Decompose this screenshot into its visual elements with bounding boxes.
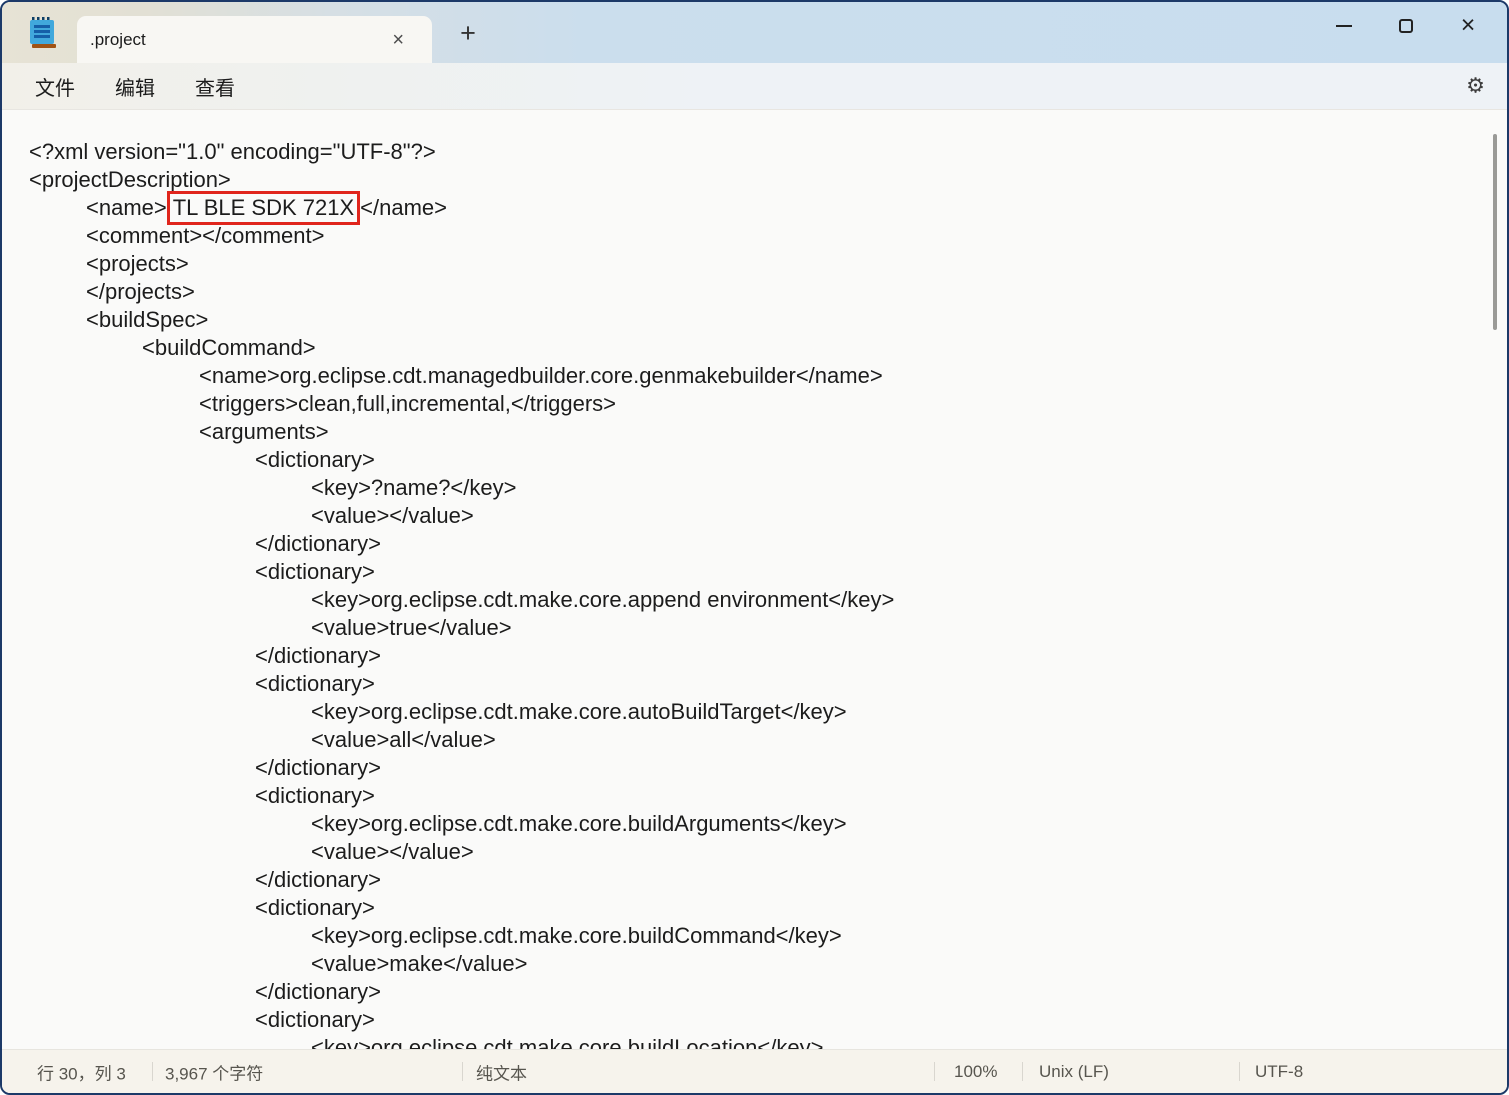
code-line: <dictionary> <box>2 782 1507 810</box>
title-bar: .project × + × <box>2 2 1507 63</box>
code-line: <arguments> <box>2 418 1507 446</box>
code-line: <dictionary> <box>2 1006 1507 1034</box>
code-line: <dictionary> <box>2 446 1507 474</box>
code-line: </dictionary> <box>2 978 1507 1006</box>
code-line: <dictionary> <box>2 558 1507 586</box>
menu-item[interactable]: 查看 <box>186 68 244 105</box>
code-line: <?xml version="1.0" encoding="UTF-8"?> <box>2 138 1507 166</box>
notepad-window: .project × + × 文件编辑查看 ⚙ <?xml version="1.… <box>0 0 1509 1095</box>
code-line: <key>org.eclipse.cdt.make.core.buildComm… <box>2 922 1507 950</box>
close-icon: × <box>1461 13 1476 38</box>
gear-icon: ⚙ <box>1466 75 1485 98</box>
code-line: <key>org.eclipse.cdt.make.core.append en… <box>2 586 1507 614</box>
code-line: <projectDescription> <box>2 166 1507 194</box>
notepad-app-icon <box>27 17 58 50</box>
code-line: </dictionary> <box>2 642 1507 670</box>
code-line: </projects> <box>2 278 1507 306</box>
status-divider <box>934 1062 935 1081</box>
code-line: <triggers>clean,full,incremental,</trigg… <box>2 390 1507 418</box>
menu-item[interactable]: 编辑 <box>106 68 164 105</box>
code-line: <dictionary> <box>2 670 1507 698</box>
code-line: <key>?name?</key> <box>2 474 1507 502</box>
new-tab-button[interactable]: + <box>450 14 486 52</box>
code-line: <value></value> <box>2 502 1507 530</box>
code-line: <key>org.eclipse.cdt.make.core.buildLoca… <box>2 1034 1507 1049</box>
code-line: <value>true</value> <box>2 614 1507 642</box>
vertical-scrollbar-thumb[interactable] <box>1493 134 1497 330</box>
status-divider <box>1022 1062 1023 1081</box>
code-line: <value>all</value> <box>2 726 1507 754</box>
code-line: <value></value> <box>2 838 1507 866</box>
tab-title: .project <box>90 30 146 50</box>
maximize-icon <box>1399 19 1413 33</box>
status-line-ending: Unix (LF) <box>1039 1062 1109 1082</box>
code-line: <key>org.eclipse.cdt.make.core.autoBuild… <box>2 698 1507 726</box>
tab-project[interactable]: .project × <box>77 16 432 63</box>
window-controls: × <box>1313 2 1499 49</box>
status-divider <box>1239 1062 1240 1081</box>
status-doc-type: 纯文本 <box>476 1059 527 1084</box>
code-line: <value>make</value> <box>2 950 1507 978</box>
code-line: </dictionary> <box>2 754 1507 782</box>
code-line: <dictionary> <box>2 894 1507 922</box>
code-line: <name>TL BLE SDK 721X</name> <box>2 194 1507 222</box>
menu-bar: 文件编辑查看 ⚙ <box>2 63 1507 110</box>
code-line: <buildSpec> <box>2 306 1507 334</box>
code-line: <name>org.eclipse.cdt.managedbuilder.cor… <box>2 362 1507 390</box>
plus-icon: + <box>460 18 476 48</box>
highlight-box: TL BLE SDK 721X <box>167 191 360 225</box>
status-divider <box>152 1062 153 1081</box>
code-line: <comment></comment> <box>2 222 1507 250</box>
status-bar: 行 30，列 3 3,967 个字符 纯文本 100% Unix (LF) UT… <box>2 1049 1507 1093</box>
settings-button[interactable]: ⚙ <box>1466 76 1485 97</box>
code-line: </dictionary> <box>2 530 1507 558</box>
menu-item[interactable]: 文件 <box>26 68 84 105</box>
status-divider <box>462 1062 463 1081</box>
status-zoom-level: 100% <box>954 1062 997 1082</box>
code-line: </dictionary> <box>2 866 1507 894</box>
maximize-button[interactable] <box>1375 2 1437 49</box>
tab-close-icon[interactable]: × <box>386 28 410 52</box>
code-line: <buildCommand> <box>2 334 1507 362</box>
editor-lines: <?xml version="1.0" encoding="UTF-8"?><p… <box>2 138 1507 1049</box>
text-editor-area[interactable]: <?xml version="1.0" encoding="UTF-8"?><p… <box>2 110 1507 1049</box>
minimize-icon <box>1336 25 1352 27</box>
minimize-button[interactable] <box>1313 2 1375 49</box>
code-line: <key>org.eclipse.cdt.make.core.buildArgu… <box>2 810 1507 838</box>
close-button[interactable]: × <box>1437 2 1499 49</box>
status-encoding: UTF-8 <box>1255 1062 1303 1082</box>
status-char-count: 3,967 个字符 <box>165 1059 263 1084</box>
code-line: <projects> <box>2 250 1507 278</box>
status-line-column: 行 30，列 3 <box>37 1059 126 1084</box>
